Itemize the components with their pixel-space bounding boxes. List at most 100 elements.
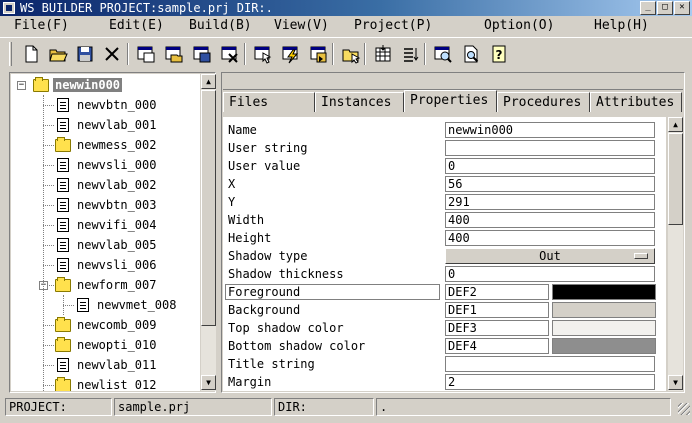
- tree-item-label: newvlab_001: [77, 118, 157, 132]
- new-window-button[interactable]: [135, 43, 157, 65]
- color-swatch[interactable]: [552, 338, 656, 354]
- help-button[interactable]: ?: [488, 43, 510, 65]
- menu-build[interactable]: Build(B): [189, 18, 252, 33]
- close-window-button[interactable]: [219, 43, 241, 65]
- scroll-thumb[interactable]: [201, 90, 216, 326]
- tree-item-label: newopti_010: [77, 338, 157, 352]
- app-icon[interactable]: [3, 2, 15, 14]
- status-bar: PROJECT: sample.prj DIR: .: [0, 396, 692, 418]
- property-value-field[interactable]: [445, 140, 655, 156]
- color-name-field[interactable]: DEF4: [445, 338, 549, 354]
- shadow-type-option-menu[interactable]: Out: [445, 248, 655, 264]
- menu-help[interactable]: Help(H): [594, 18, 649, 33]
- color-swatch[interactable]: [552, 320, 656, 336]
- scroll-down-button[interactable]: ▼: [201, 375, 216, 390]
- list-button[interactable]: [400, 43, 422, 65]
- property-label: Name: [228, 123, 257, 137]
- folder-icon: [55, 317, 71, 332]
- tree-item[interactable]: newvsli_000: [55, 155, 158, 175]
- new-file-button[interactable]: [20, 43, 42, 65]
- property-value-field[interactable]: 0: [445, 158, 655, 174]
- color-swatch[interactable]: [552, 302, 656, 318]
- property-value-field[interactable]: 0: [445, 266, 655, 282]
- resize-grip[interactable]: [678, 403, 690, 415]
- tab-properties[interactable]: Properties: [404, 90, 497, 112]
- tree-item[interactable]: newvsli_006: [55, 255, 158, 275]
- document-icon: [57, 178, 69, 192]
- tree-item[interactable]: newlist_012: [55, 375, 158, 391]
- tree-collapse-toggle[interactable]: −: [17, 81, 26, 90]
- search-button[interactable]: [460, 43, 482, 65]
- property-value-field[interactable]: 2: [445, 374, 655, 390]
- property-row: Margin 2: [223, 373, 666, 391]
- tab-attributes[interactable]: Attributes: [590, 92, 682, 112]
- property-value-field[interactable]: newwin000: [445, 122, 655, 138]
- delete-button[interactable]: [101, 43, 123, 65]
- folder-select-button[interactable]: [340, 43, 362, 65]
- preview-button[interactable]: [432, 43, 454, 65]
- menu-view[interactable]: View(V): [274, 18, 329, 33]
- color-swatch[interactable]: [552, 284, 656, 300]
- tree-item[interactable]: newmess_002: [55, 135, 158, 155]
- menu-bar: File(F) Edit(E) Build(B) View(V) Project(P) O…: [0, 16, 692, 36]
- tree-item[interactable]: newvlab_002: [55, 175, 158, 195]
- color-name-field[interactable]: DEF2: [445, 284, 549, 300]
- tree-item-label: newvlab_002: [77, 178, 157, 192]
- tree-item-label: newlist_012: [77, 378, 157, 391]
- search-icon: [464, 45, 479, 63]
- menu-edit[interactable]: Edit(E): [109, 18, 164, 33]
- run-button[interactable]: [308, 43, 330, 65]
- property-value-field[interactable]: 400: [445, 230, 655, 246]
- select-button[interactable]: [252, 43, 274, 65]
- toolbar-grip[interactable]: [9, 42, 12, 66]
- tree-item[interactable]: newcomb_009: [55, 315, 158, 335]
- new-window-icon: [137, 46, 155, 63]
- menu-file[interactable]: File(F): [14, 18, 69, 33]
- save-button[interactable]: [74, 43, 96, 65]
- tree-vertical-scrollbar[interactable]: ▲ ▼: [201, 74, 216, 391]
- tree-item[interactable]: newvifi_004: [55, 215, 158, 235]
- grid-button[interactable]: [372, 43, 394, 65]
- close-button[interactable]: ✕: [674, 1, 690, 15]
- property-value-field[interactable]: 291: [445, 194, 655, 210]
- menu-option[interactable]: Option(O): [484, 18, 554, 33]
- property-row: User string: [223, 139, 666, 157]
- save-window-button[interactable]: [191, 43, 213, 65]
- folder-icon: [33, 77, 49, 92]
- maximize-button[interactable]: □: [657, 1, 673, 15]
- delete-icon: [105, 47, 119, 61]
- tree-item[interactable]: newvmet_008: [75, 295, 178, 315]
- close-window-icon: [221, 46, 238, 63]
- scroll-down-button[interactable]: ▼: [668, 375, 683, 390]
- open-window-button[interactable]: [163, 43, 185, 65]
- tree-item[interactable]: newvbtn_003: [55, 195, 158, 215]
- tree-item[interactable]: newvlab_011: [55, 355, 158, 375]
- menu-project[interactable]: Project(P): [354, 18, 432, 33]
- tab-files[interactable]: Files: [223, 92, 315, 112]
- tree-item[interactable]: newvbtn_000: [55, 95, 158, 115]
- tree-item[interactable]: newvlab_001: [55, 115, 158, 135]
- document-icon: [57, 98, 69, 112]
- tree-connector: [43, 325, 54, 326]
- build-button[interactable]: [280, 43, 302, 65]
- property-value-field[interactable]: 56: [445, 176, 655, 192]
- document-icon: [77, 298, 89, 312]
- property-vertical-scrollbar[interactable]: ▲ ▼: [668, 117, 683, 391]
- tab-instances[interactable]: Instances: [315, 92, 404, 112]
- scroll-thumb[interactable]: [668, 133, 683, 225]
- tree-item[interactable]: newform_007: [55, 275, 158, 295]
- tree-item[interactable]: newvlab_005: [55, 235, 158, 255]
- open-folder-button[interactable]: [47, 43, 69, 65]
- help-icon: ?: [492, 45, 506, 63]
- color-name-field[interactable]: DEF3: [445, 320, 549, 336]
- tab-procedures[interactable]: Procedures: [497, 92, 590, 112]
- color-name-field[interactable]: DEF1: [445, 302, 549, 318]
- scroll-up-button[interactable]: ▲: [668, 117, 683, 132]
- tree-item[interactable]: newwin000: [33, 75, 123, 95]
- minimize-button[interactable]: _: [640, 1, 656, 15]
- property-value-field[interactable]: 400: [445, 212, 655, 228]
- tree-item-label: newmess_002: [77, 138, 157, 152]
- tree-item[interactable]: newopti_010: [55, 335, 158, 355]
- scroll-up-button[interactable]: ▲: [201, 74, 216, 89]
- property-value-field[interactable]: [445, 356, 655, 372]
